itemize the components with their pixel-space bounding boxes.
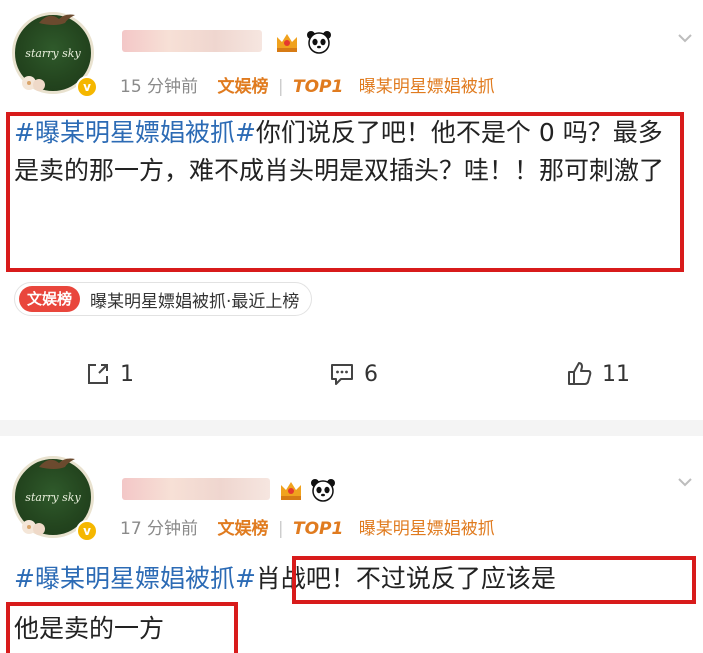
like-count: 11 — [602, 361, 630, 387]
meta-divider: | — [277, 77, 284, 97]
topic-pill-tag: 文娱榜 — [19, 286, 81, 312]
meta-divider: | — [277, 519, 284, 539]
crown-icon — [281, 482, 301, 500]
flower-icon — [22, 520, 45, 535]
comment-count: 6 — [364, 361, 378, 387]
source-label[interactable]: 文娱榜 — [217, 77, 268, 97]
post-card: starry sky v 17 分钟前 文娱榜 | TOP1 曝某明星嫖娼被抓 — [0, 436, 703, 653]
thumbs-up-icon — [568, 362, 592, 385]
post-meta: 17 分钟前 文娱榜 | TOP1 曝某明星嫖娼被抓 — [120, 514, 495, 539]
avatar-text: starry sky — [25, 491, 81, 504]
verified-badge-icon: v — [76, 76, 98, 98]
post-card: starry sky v 15 分钟前 文娱榜 | TOP1 曝某明星嫖娼被抓 — [0, 0, 703, 420]
highlight-box — [6, 602, 238, 653]
action-bar: 1 6 11 — [0, 360, 703, 400]
bird-icon — [39, 14, 75, 25]
share-button[interactable]: 1 — [84, 360, 134, 388]
username-blurred[interactable] — [122, 30, 262, 52]
highlight-box — [292, 556, 696, 604]
chevron-down-icon[interactable] — [677, 474, 693, 490]
bird-icon — [39, 458, 75, 469]
avatar-text: starry sky — [25, 47, 81, 60]
comment-button[interactable]: 6 — [328, 360, 378, 388]
highlight-box — [6, 112, 684, 272]
like-button[interactable]: 11 — [566, 360, 630, 388]
post-time: 15 分钟前 — [120, 77, 199, 97]
chevron-down-icon[interactable] — [677, 30, 693, 46]
crown-icon — [277, 34, 297, 52]
comment-icon — [331, 364, 353, 385]
weibo-feed: starry sky v 15 分钟前 文娱榜 | TOP1 曝某明星嫖娼被抓 — [0, 0, 703, 653]
panda-icon — [311, 479, 335, 502]
topic-pill-text: 曝某明星嫖娼被抓·最近上榜 — [90, 291, 300, 312]
rank-label: TOP1 — [293, 519, 344, 539]
flower-icon — [22, 76, 45, 91]
hashtag-link[interactable]: #曝某明星嫖娼被抓# — [14, 564, 256, 593]
panda-icon — [307, 31, 331, 54]
post-time: 17 分钟前 — [120, 519, 199, 539]
share-count: 1 — [120, 361, 134, 387]
verified-badge-icon: v — [76, 520, 98, 542]
post-meta: 15 分钟前 文娱榜 | TOP1 曝某明星嫖娼被抓 — [120, 72, 495, 97]
rank-label: TOP1 — [293, 77, 344, 97]
username-blurred[interactable] — [122, 478, 270, 500]
trending-topic-link[interactable]: 曝某明星嫖娼被抓 — [359, 519, 495, 539]
source-label[interactable]: 文娱榜 — [217, 519, 268, 539]
topic-pill[interactable]: 文娱榜 曝某明星嫖娼被抓·最近上榜 — [14, 282, 313, 316]
trending-topic-link[interactable]: 曝某明星嫖娼被抓 — [359, 77, 495, 97]
share-icon — [88, 364, 108, 384]
